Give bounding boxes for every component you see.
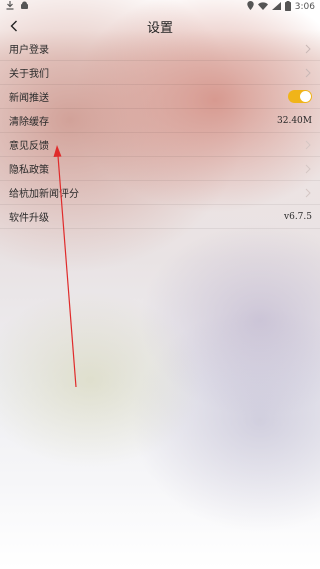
settings-item-label: 意见反馈 — [9, 141, 49, 152]
settings-item-rate-app[interactable]: 给杭加新闻评分 — [0, 181, 320, 205]
settings-item-privacy-policy[interactable]: 隐私政策 — [0, 157, 320, 181]
chevron-right-icon — [305, 68, 311, 77]
chevron-right-icon — [305, 44, 311, 53]
settings-item-feedback[interactable]: 意见反馈 — [0, 133, 320, 157]
nav-bar: 设置 — [0, 14, 320, 38]
settings-item-about-us[interactable]: 关于我们 — [0, 61, 320, 85]
chevron-right-icon — [305, 140, 311, 149]
settings-item-clear-cache[interactable]: 清除缓存 32.40M — [0, 109, 320, 133]
location-icon — [247, 1, 254, 13]
settings-item-label: 新闻推送 — [9, 93, 49, 104]
android-icon — [20, 1, 29, 13]
settings-item-label: 关于我们 — [9, 69, 49, 80]
settings-screen: 3:06 设置 用户登录 关于我们 新闻推送 清除缓存 32.40M 意见反馈 — [0, 0, 320, 569]
status-time: 3:06 — [294, 2, 315, 12]
wifi-icon — [257, 1, 268, 13]
status-bar: 3:06 — [0, 0, 320, 14]
settings-item-user-login[interactable]: 用户登录 — [0, 37, 320, 61]
news-push-toggle[interactable] — [288, 90, 312, 103]
back-button[interactable] — [4, 16, 24, 36]
settings-item-label: 软件升级 — [9, 213, 49, 224]
settings-item-label: 给杭加新闻评分 — [9, 189, 79, 200]
chevron-right-icon — [305, 164, 311, 173]
cache-size-value: 32.40M — [277, 115, 312, 126]
page-title: 设置 — [146, 20, 173, 36]
app-version-value: v6.7.5 — [284, 211, 312, 222]
chevron-left-icon — [10, 20, 17, 32]
signal-icon — [271, 1, 281, 13]
toggle-knob — [300, 91, 311, 102]
settings-item-label: 隐私政策 — [9, 165, 49, 176]
download-icon — [6, 1, 14, 13]
chevron-right-icon — [305, 188, 311, 197]
settings-item-label: 清除缓存 — [9, 117, 49, 128]
settings-item-software-upgrade[interactable]: 软件升级 v6.7.5 — [0, 205, 320, 229]
battery-icon — [284, 0, 291, 14]
settings-item-news-push: 新闻推送 — [0, 85, 320, 109]
settings-item-label: 用户登录 — [9, 45, 49, 56]
